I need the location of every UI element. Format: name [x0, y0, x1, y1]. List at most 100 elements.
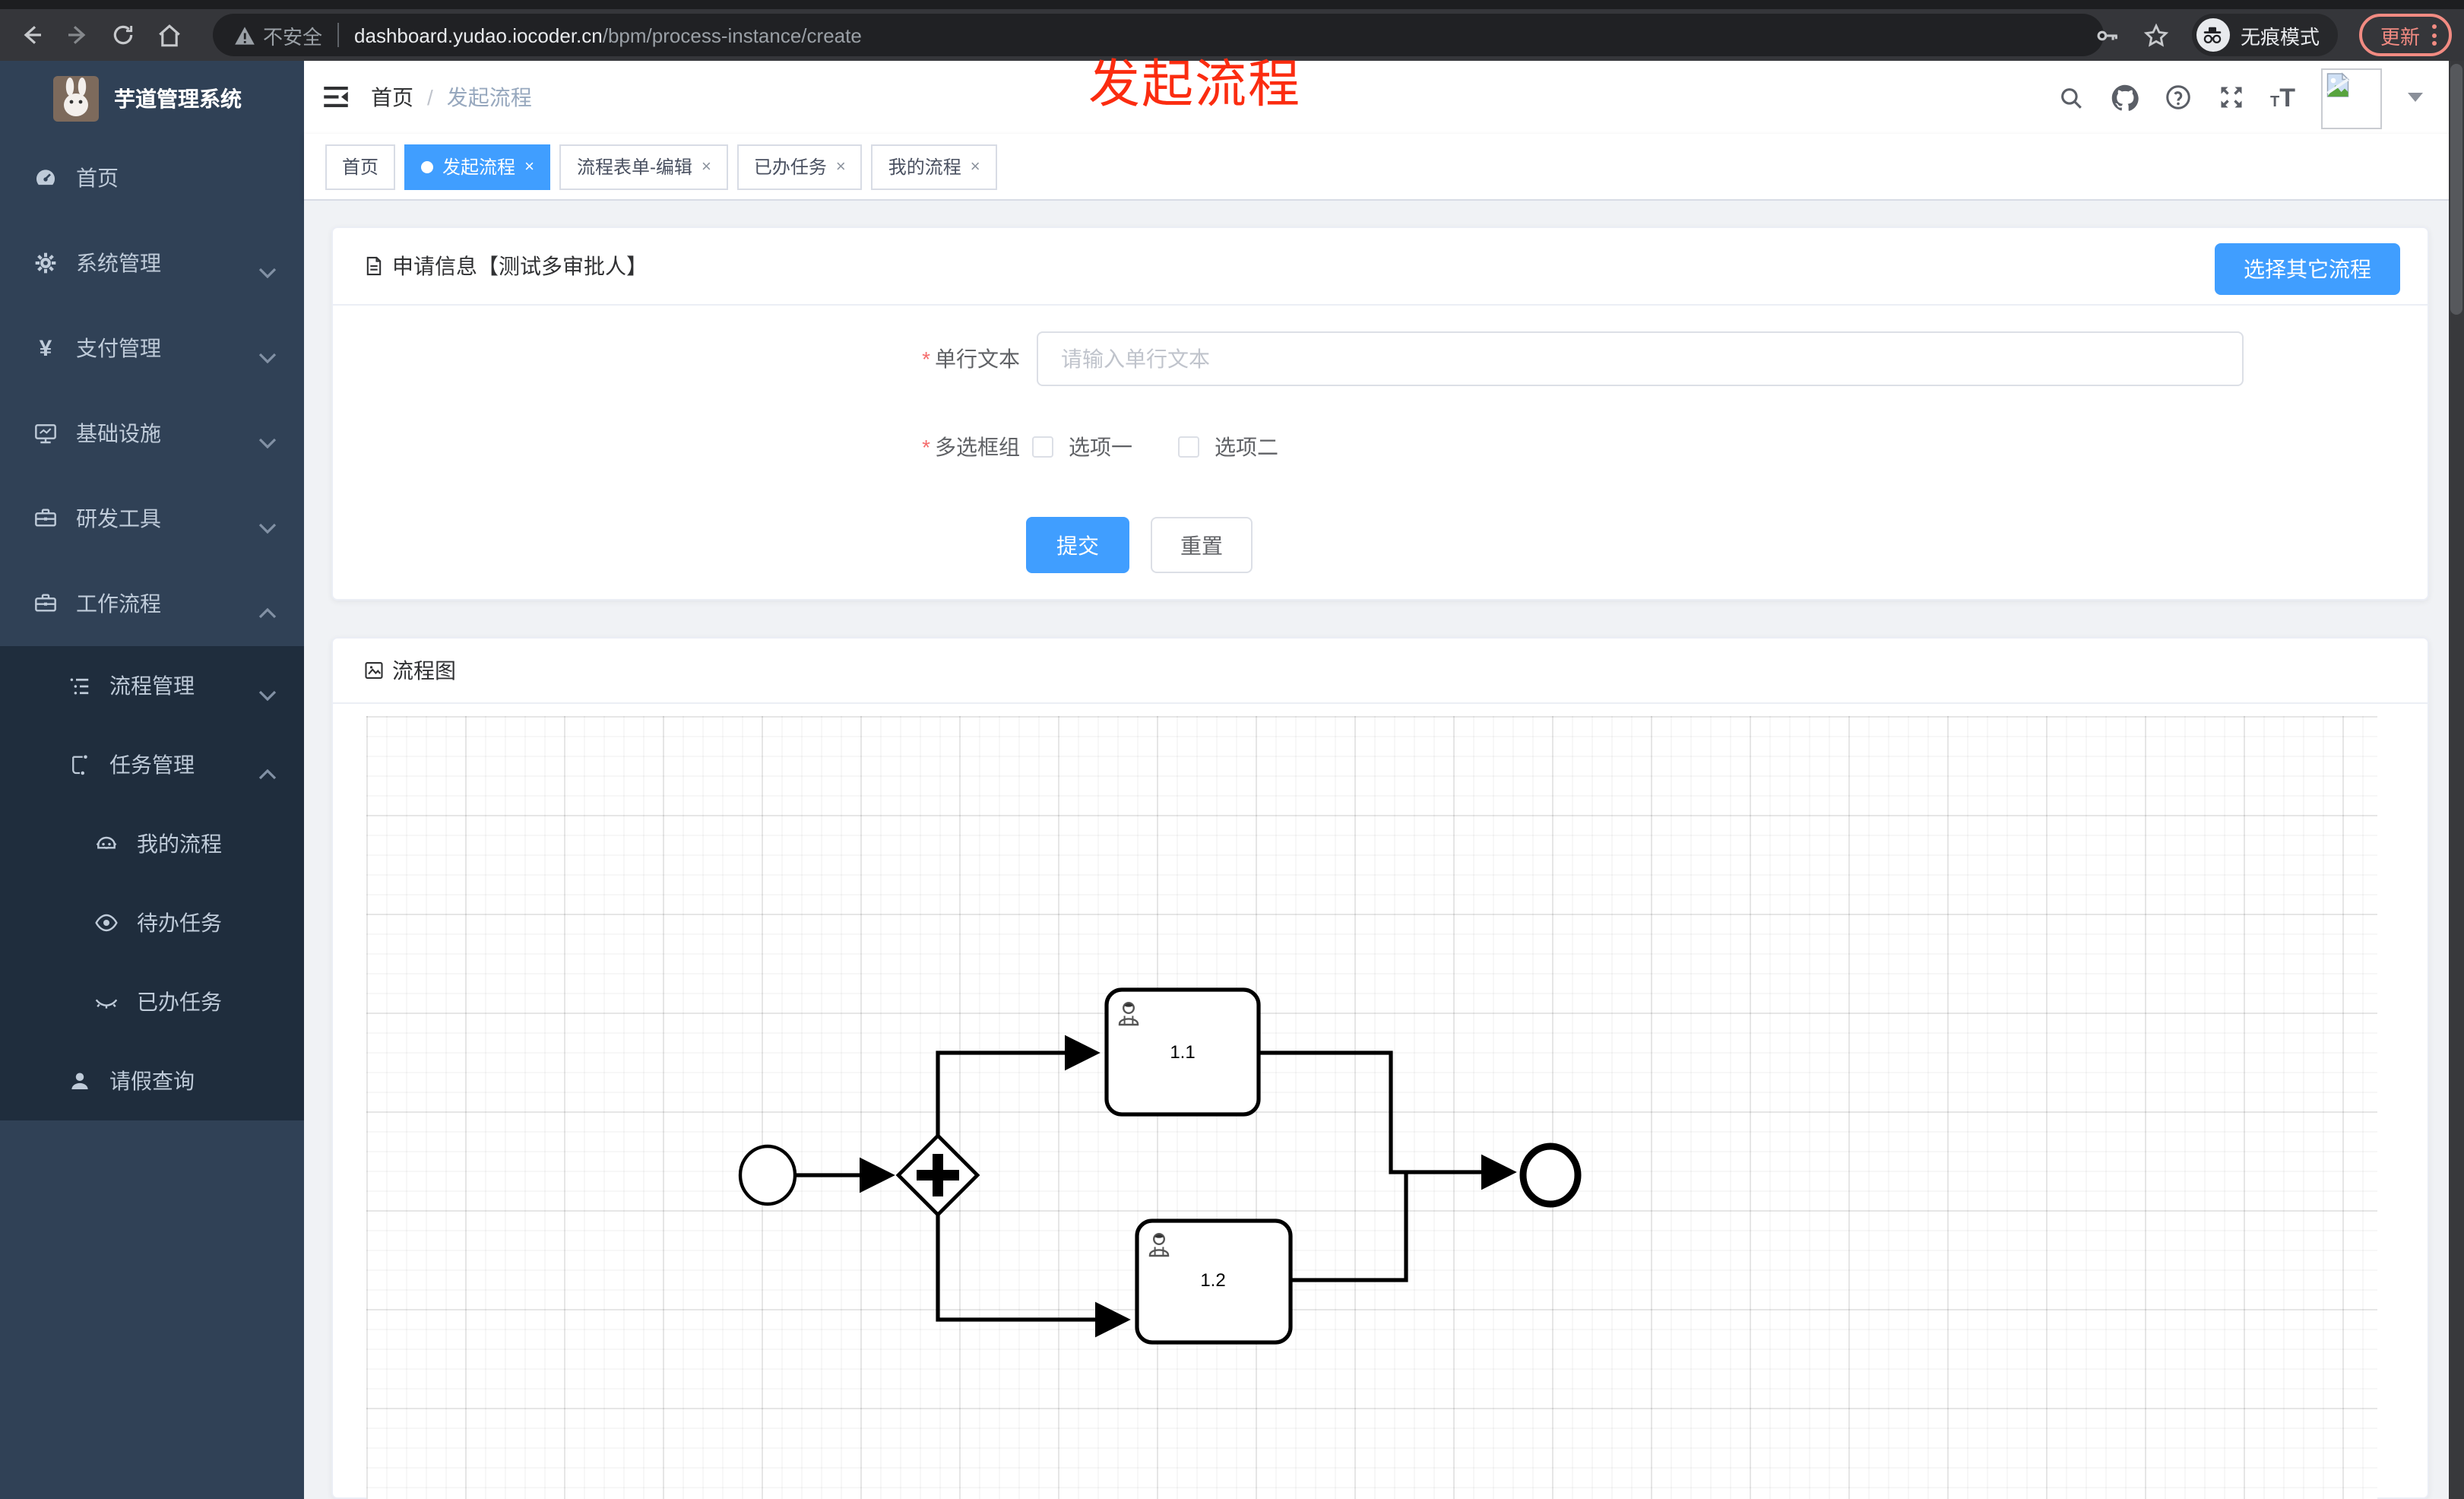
sidebar-item-label: 首页: [76, 166, 119, 190]
single-line-text-input[interactable]: [1037, 331, 2244, 386]
tab-close-icon[interactable]: ×: [971, 157, 980, 176]
app-root: 不安全 dashboard.yudao.iocoder.cn/bpm/proce…: [0, 0, 2464, 1499]
bpmn-diagram: 1.1 1.2: [738, 987, 1582, 1345]
chevron-down-icon: [258, 344, 277, 368]
sidebar-item-home[interactable]: 首页: [0, 135, 304, 220]
checkbox-icon[interactable]: [1032, 436, 1053, 458]
scrollbar-thumb[interactable]: [2450, 64, 2462, 315]
github-icon[interactable]: [2111, 84, 2138, 111]
bpmn-user-task-1[interactable]: 1.1: [1104, 987, 1261, 1117]
tab-initiate-process[interactable]: 发起流程 ×: [404, 144, 551, 189]
sidebar-item-label: 系统管理: [76, 251, 161, 275]
field-label: * 多选框组: [922, 435, 1020, 459]
checkbox-option-1[interactable]: 选项一: [1032, 432, 1132, 462]
choose-other-process-button[interactable]: 选择其它流程: [2215, 243, 2400, 295]
checkbox-icon[interactable]: [1178, 436, 1199, 458]
font-size-icon[interactable]: TT: [2270, 84, 2295, 110]
sidebar-item-label: 待办任务: [137, 911, 222, 935]
sidebar-item-label: 任务管理: [109, 753, 195, 777]
checkbox-group-label-row: * 多选框组: [333, 420, 1020, 474]
tab-process-form-edit[interactable]: 流程表单-编辑 ×: [559, 144, 728, 189]
checkbox-option-2[interactable]: 选项二: [1178, 432, 1278, 462]
browser-reload-icon[interactable]: [109, 21, 137, 49]
toolbox-icon: [33, 591, 58, 616]
checkbox-label: 选项一: [1069, 435, 1132, 459]
breadcrumb-home[interactable]: 首页: [371, 82, 413, 113]
submit-button[interactable]: 提交: [1026, 517, 1129, 573]
incognito-icon: [2196, 18, 2230, 52]
bpmn-end-event[interactable]: [1519, 1142, 1582, 1208]
sidebar: 芋道管理系统 首页 系统管理 ¥ 支付管理 基础设施 研发工具 工作流程 流程管…: [0, 61, 304, 1499]
sidebar-item-payment[interactable]: ¥ 支付管理: [0, 306, 304, 391]
tab-done-tasks[interactable]: 已办任务 ×: [736, 144, 863, 189]
bpmn-canvas[interactable]: 1.1 1.2: [366, 716, 2377, 1499]
sidebar-item-label: 我的流程: [137, 832, 222, 856]
sidebar-item-todo-tasks[interactable]: 待办任务: [0, 883, 304, 962]
bpmn-parallel-gateway[interactable]: [895, 1133, 980, 1218]
bpmn-user-task-2[interactable]: 1.2: [1135, 1219, 1293, 1345]
annotation-text: 发起流程: [1088, 56, 1301, 114]
browser-forward-icon[interactable]: [64, 21, 91, 49]
edge-task1-to-end: [1259, 1051, 1517, 1190]
sidebar-item-devtools[interactable]: 研发工具: [0, 476, 304, 561]
sidebar-logo[interactable]: 芋道管理系统: [0, 61, 304, 135]
search-icon[interactable]: [2057, 84, 2085, 111]
avatar[interactable]: [2321, 68, 2382, 128]
sidebar-collapse-icon[interactable]: [324, 87, 348, 108]
incognito-label: 无痕模式: [2240, 25, 2320, 48]
sidebar-item-label: 工作流程: [76, 591, 161, 616]
sidebar-item-label: 基础设施: [76, 421, 161, 445]
tab-label: 已办任务: [753, 157, 827, 178]
sidebar-item-system[interactable]: 系统管理: [0, 220, 304, 306]
browser-home-icon[interactable]: [155, 21, 182, 49]
page-content: 申请信息【测试多审批人】 选择其它流程 *单行文本 *多选框组 选项一: [304, 201, 2464, 1499]
main-area: 首页 / 发起流程 TT 首页 发起流程 × 流程表单-编辑 × 已办任务 × …: [304, 61, 2464, 1499]
diagram-card-header: 流程图: [333, 639, 2428, 704]
sidebar-item-done-tasks[interactable]: 已办任务: [0, 962, 304, 1041]
tab-close-icon[interactable]: ×: [524, 157, 534, 176]
sidebar-item-task-mgmt[interactable]: 任务管理: [0, 725, 304, 804]
browser-update-button[interactable]: 更新: [2358, 14, 2452, 56]
navbar: 首页 / 发起流程 TT: [304, 61, 2464, 134]
security-indicator[interactable]: 不安全: [234, 21, 322, 49]
password-key-icon[interactable]: [2095, 21, 2122, 49]
flow-branch-icon: [67, 753, 91, 777]
edge-gateway-to-task2: [936, 1213, 1131, 1338]
bookmark-star-icon[interactable]: [2143, 21, 2171, 49]
tab-my-process[interactable]: 我的流程 ×: [871, 144, 997, 189]
robot-face-icon: [94, 832, 119, 856]
bpmn-start-event[interactable]: [738, 1144, 797, 1206]
sidebar-item-leave-query[interactable]: 请假查询: [0, 1041, 304, 1120]
apply-card-header: 申请信息【测试多审批人】: [333, 228, 2428, 306]
browser-back-icon[interactable]: [18, 21, 46, 49]
warning-icon: [235, 26, 255, 44]
sidebar-item-label: 流程管理: [109, 673, 195, 698]
browser-menu-icon[interactable]: [2432, 24, 2437, 46]
update-label: 更新: [2380, 25, 2420, 48]
flow-diagram-card: 流程图 1.1 1.2: [331, 637, 2429, 1499]
tree-list-icon: [67, 673, 91, 698]
logo-avatar: [53, 75, 99, 121]
security-label: 不安全: [263, 25, 323, 48]
help-icon[interactable]: [2164, 84, 2191, 111]
url-path: /bpm/process-instance/create: [602, 24, 862, 46]
sidebar-item-label: 研发工具: [76, 506, 161, 531]
fullscreen-icon[interactable]: [2217, 84, 2244, 111]
sidebar-item-workflow[interactable]: 工作流程: [0, 561, 304, 646]
page-scrollbar[interactable]: [2449, 61, 2464, 1499]
tab-label: 流程表单-编辑: [576, 157, 692, 178]
reset-button[interactable]: 重置: [1151, 517, 1253, 573]
sidebar-item-infra[interactable]: 基础设施: [0, 391, 304, 476]
breadcrumb-current: 发起流程: [446, 85, 532, 109]
tab-home[interactable]: 首页: [325, 144, 396, 189]
tab-close-icon[interactable]: ×: [836, 157, 846, 176]
tags-view: 首页 发起流程 × 流程表单-编辑 × 已办任务 × 我的流程 ×: [304, 134, 2464, 201]
sidebar-item-process-mgmt[interactable]: 流程管理: [0, 646, 304, 725]
avatar-caret-icon[interactable]: [2408, 93, 2423, 102]
tab-label: 发起流程: [442, 157, 516, 178]
url-text[interactable]: dashboard.yudao.iocoder.cn/bpm/process-i…: [354, 24, 862, 46]
required-mark: *: [922, 435, 930, 459]
tab-close-icon[interactable]: ×: [702, 157, 711, 176]
sidebar-item-my-process[interactable]: 我的流程: [0, 804, 304, 883]
yen-icon: ¥: [39, 335, 52, 361]
